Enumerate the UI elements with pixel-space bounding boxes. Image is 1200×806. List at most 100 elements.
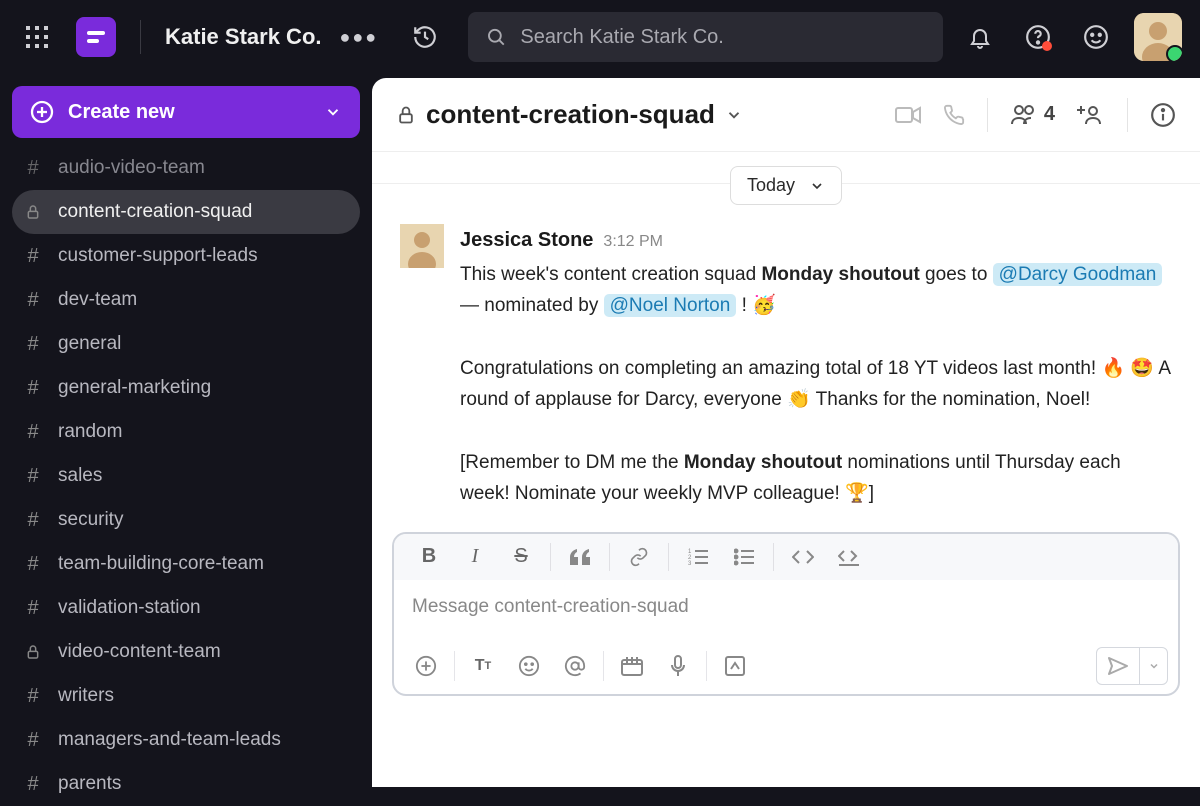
- channel-item-random[interactable]: #random: [12, 410, 360, 454]
- lock-icon: [22, 644, 44, 660]
- separator: [773, 543, 774, 571]
- svg-text:3: 3: [688, 561, 692, 566]
- hash-icon: #: [22, 377, 44, 400]
- lock-icon: [396, 105, 416, 125]
- chevron-down-icon: [324, 103, 342, 121]
- channel-item-label: validation-station: [58, 597, 201, 619]
- emoji-status-icon[interactable]: [1076, 17, 1116, 57]
- date-jump-button[interactable]: Today: [730, 166, 842, 205]
- channel-header: content-creation-squad 4: [372, 78, 1200, 152]
- add-member-button[interactable]: [1077, 104, 1105, 126]
- channel-info-button[interactable]: [1150, 102, 1176, 128]
- hash-icon: #: [22, 333, 44, 356]
- bullet-list-button[interactable]: [723, 539, 765, 575]
- text-format-button[interactable]: TT: [461, 646, 505, 686]
- mention-button[interactable]: [553, 646, 597, 686]
- workspace-menu-icon[interactable]: ●●●: [340, 27, 379, 48]
- separator: [603, 651, 604, 681]
- hash-icon: #: [22, 553, 44, 576]
- channel-title-button[interactable]: content-creation-squad: [396, 99, 743, 130]
- ordered-list-button[interactable]: 123: [677, 539, 719, 575]
- search-input[interactable]: [520, 26, 925, 49]
- separator: [987, 98, 988, 132]
- channel-item-sales[interactable]: # sales: [12, 454, 360, 498]
- search-box[interactable]: [468, 12, 943, 62]
- channel-item-label: audio-video-team: [58, 158, 205, 179]
- channel-item-managers-and-team-leads[interactable]: #managers-and-team-leads: [12, 718, 360, 762]
- channel-item-label: content-creation-squad: [58, 201, 252, 223]
- link-button[interactable]: [618, 539, 660, 575]
- sidebar: Create new #audio-video-teamcontent-crea…: [0, 74, 372, 787]
- code-button[interactable]: [782, 539, 824, 575]
- message-composer: B I S 123: [392, 532, 1180, 696]
- channel-name: content-creation-squad: [426, 99, 715, 130]
- create-new-button[interactable]: Create new: [12, 86, 360, 138]
- notification-dot: [1042, 41, 1052, 51]
- channel-item-team-building-core-team[interactable]: #team-building-core-team: [12, 542, 360, 586]
- quote-button[interactable]: [559, 539, 601, 575]
- channel-item-label: writers: [58, 685, 114, 707]
- channel-item-customer-support-leads[interactable]: #customer-support-leads: [12, 234, 360, 278]
- channel-item-security[interactable]: #security: [12, 498, 360, 542]
- channel-item-video-content-team[interactable]: video-content-team: [12, 630, 360, 674]
- channel-item-label: general: [58, 333, 121, 355]
- hash-icon: #: [22, 465, 44, 488]
- separator: [454, 651, 455, 681]
- message-avatar[interactable]: [400, 224, 444, 268]
- send-button[interactable]: [1097, 648, 1139, 684]
- mention-noel[interactable]: @Noel Norton: [604, 294, 737, 317]
- workspace-logo[interactable]: [76, 17, 116, 57]
- message-input[interactable]: Message content-creation-squad: [394, 580, 1178, 638]
- channel-item-validation-station[interactable]: # validation-station: [12, 586, 360, 630]
- members-button[interactable]: 4: [1010, 103, 1055, 126]
- italic-button[interactable]: I: [454, 539, 496, 575]
- separator: [1127, 98, 1128, 132]
- main-panel: content-creation-squad 4: [372, 78, 1200, 787]
- message-content: This week's content creation squad Monda…: [460, 259, 1172, 510]
- workspace-name[interactable]: Katie Stark Co.: [165, 24, 322, 50]
- notifications-icon[interactable]: [960, 17, 1000, 57]
- channel-item-general-marketing[interactable]: # general-marketing: [12, 366, 360, 410]
- channel-item-writers[interactable]: #writers: [12, 674, 360, 718]
- plus-circle-icon: [30, 100, 54, 124]
- date-label: Today: [747, 175, 795, 196]
- emoji-fire: 🔥: [1101, 358, 1125, 379]
- bold-button[interactable]: B: [408, 539, 450, 575]
- channel-item-label: video-content-team: [58, 641, 221, 663]
- channel-item-parents[interactable]: #parents: [12, 762, 360, 806]
- emoji-picker-button[interactable]: [507, 646, 551, 686]
- strike-button[interactable]: S: [500, 539, 542, 575]
- history-icon[interactable]: [406, 18, 444, 56]
- separator: [668, 543, 669, 571]
- app-grid-icon[interactable]: [18, 18, 56, 56]
- channel-item-label: random: [58, 421, 122, 443]
- channel-item-audio-video-team[interactable]: #audio-video-team: [12, 158, 360, 190]
- chevron-down-icon: [809, 178, 825, 194]
- message-author[interactable]: Jessica Stone: [460, 224, 593, 257]
- mention-darcy[interactable]: @Darcy Goodman: [993, 263, 1163, 286]
- audio-call-button[interactable]: [943, 104, 965, 126]
- channel-item-dev-team[interactable]: #dev-team: [12, 278, 360, 322]
- channel-item-label: general-marketing: [58, 377, 211, 399]
- code-block-button[interactable]: [828, 539, 870, 575]
- channel-item-label: dev-team: [58, 289, 137, 311]
- hash-icon: #: [22, 597, 44, 620]
- separator: [706, 651, 707, 681]
- format-toolbar: B I S 123: [394, 534, 1178, 580]
- channel-item-label: customer-support-leads: [58, 245, 258, 267]
- emoji-party: 🥳: [752, 295, 776, 316]
- shortcut-button[interactable]: [713, 646, 757, 686]
- video-call-button[interactable]: [895, 105, 921, 125]
- video-attach-button[interactable]: [610, 646, 654, 686]
- send-options-button[interactable]: [1139, 648, 1167, 684]
- separator: [609, 543, 610, 571]
- audio-record-button[interactable]: [656, 646, 700, 686]
- channel-item-content-creation-squad[interactable]: content-creation-squad: [12, 190, 360, 234]
- members-count: 4: [1044, 103, 1055, 126]
- help-icon[interactable]: [1018, 17, 1058, 57]
- channel-item-label: sales: [58, 465, 102, 487]
- user-avatar[interactable]: [1134, 13, 1182, 61]
- channel-item-general[interactable]: # general: [12, 322, 360, 366]
- attach-button[interactable]: [404, 646, 448, 686]
- channel-item-label: security: [58, 509, 123, 531]
